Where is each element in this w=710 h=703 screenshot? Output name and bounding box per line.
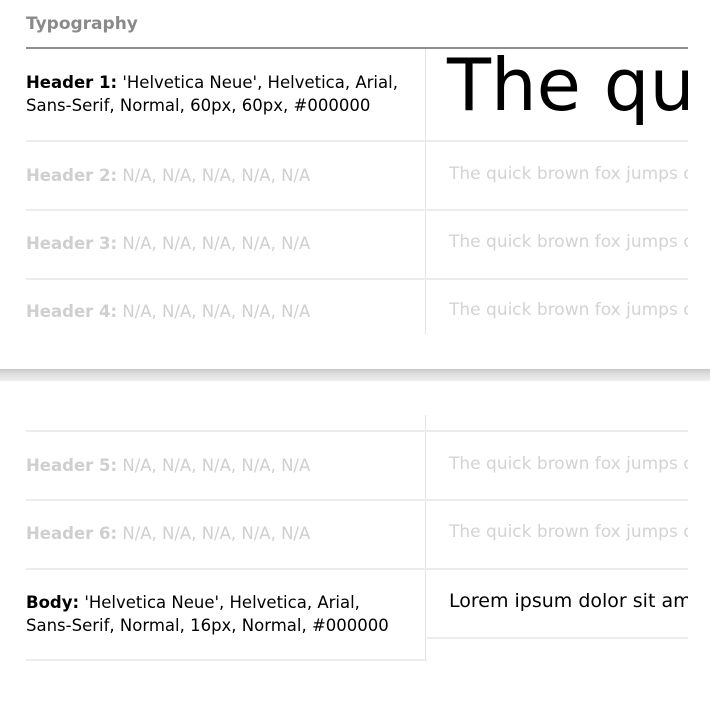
typography-row-header-5: Header 5: N/A, N/A, N/A, N/A, N/A The qu…: [26, 432, 688, 501]
typography-row-header-2: Header 2: N/A, N/A, N/A, N/A, N/A The qu…: [26, 142, 688, 211]
typography-row-header-6: Header 6: N/A, N/A, N/A, N/A, N/A The qu…: [26, 501, 688, 570]
sample-header-5: The quick brown fox jumps over the lazy …: [449, 454, 688, 474]
spec-header-4: Header 4: N/A, N/A, N/A, N/A, N/A: [26, 302, 311, 321]
typography-row-header-4: Header 4: N/A, N/A, N/A, N/A, N/A The qu…: [26, 280, 688, 334]
sample-header-4: The quick brown fox jumps over the lazy …: [449, 300, 688, 320]
spec-label: Header 5:: [26, 456, 118, 475]
spec-header-5: Header 5: N/A, N/A, N/A, N/A, N/A: [26, 456, 311, 475]
spec-label: Header 6:: [26, 524, 118, 543]
typography-row-body: Body: 'Helvetica Neue', Helvetica, Arial…: [26, 570, 688, 661]
typography-panel-top: Typography Header 1: 'Helvetica Neue', H…: [0, 0, 710, 369]
spec-label: Header 2:: [26, 166, 118, 185]
typography-row-header-3: Header 3: N/A, N/A, N/A, N/A, N/A The qu…: [26, 211, 688, 280]
spec-header-3: Header 3: N/A, N/A, N/A, N/A, N/A: [26, 234, 311, 253]
spec-label: Header 3:: [26, 234, 118, 253]
section-title: Typography: [26, 14, 138, 34]
row-divider: [26, 659, 427, 661]
spec-label: Body:: [26, 593, 80, 612]
typography-row-stub: [26, 415, 688, 432]
spec-label: Header 4:: [26, 302, 118, 321]
sample-header-6: The quick brown fox jumps over the lazy …: [449, 522, 688, 542]
sample-header-1: The quick brown fox jumps over the lazy …: [447, 49, 688, 127]
typography-panel-bottom: Header 5: N/A, N/A, N/A, N/A, N/A The qu…: [0, 381, 710, 703]
spec-header-1: Header 1: 'Helvetica Neue', Helvetica, A…: [26, 73, 398, 115]
sample-header-2: The quick brown fox jumps over the lazy …: [449, 164, 688, 184]
panel-separator: [0, 369, 710, 381]
sample-body: Lorem ipsum dolor sit amet, consectetur …: [449, 590, 688, 612]
spec-body: Body: 'Helvetica Neue', Helvetica, Arial…: [26, 593, 389, 635]
typography-row-header-1: Header 1: 'Helvetica Neue', Helvetica, A…: [26, 49, 688, 142]
spec-label: Header 1:: [26, 73, 118, 92]
sample-header-3: The quick brown fox jumps over the lazy …: [449, 232, 688, 252]
spec-header-2: Header 2: N/A, N/A, N/A, N/A, N/A: [26, 166, 311, 185]
spec-header-6: Header 6: N/A, N/A, N/A, N/A, N/A: [26, 524, 311, 543]
